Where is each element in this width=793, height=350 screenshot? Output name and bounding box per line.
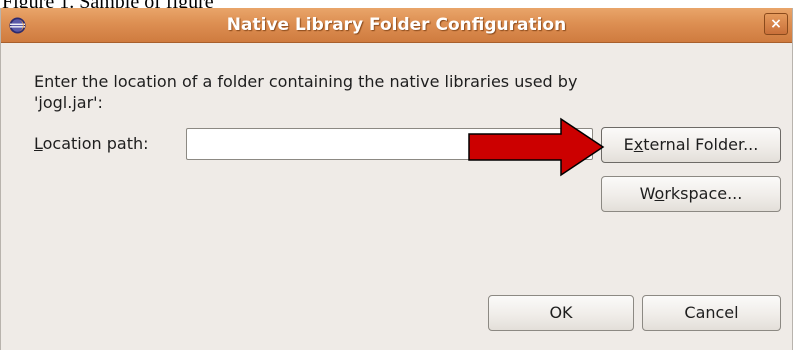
instruction-line-2: 'jogl.jar': xyxy=(34,93,103,112)
ok-button[interactable]: OK xyxy=(488,295,634,331)
instruction-text: Enter the location of a folder containin… xyxy=(34,71,754,113)
external-folder-label-post: ternal Folder... xyxy=(643,135,759,154)
close-icon: × xyxy=(770,16,782,32)
location-label-mnemonic: L xyxy=(34,134,43,153)
dialog-titlebar[interactable]: Native Library Folder Configuration × xyxy=(1,8,792,43)
location-label-text: ocation path: xyxy=(42,134,149,153)
dialog-title: Native Library Folder Configuration xyxy=(226,15,567,35)
close-button[interactable]: × xyxy=(764,13,788,35)
workspace-label-pre: W xyxy=(639,184,655,203)
external-folder-label-pre: E xyxy=(623,135,634,154)
workspace-button[interactable]: Workspace... xyxy=(601,176,781,212)
instruction-line-1: Enter the location of a folder containin… xyxy=(34,72,578,91)
native-library-dialog: Native Library Folder Configuration × En… xyxy=(0,8,793,350)
page: Figure 1. Sample of figure Native Librar… xyxy=(0,0,793,350)
workspace-mnemonic: o xyxy=(654,184,665,203)
external-folder-button[interactable]: External Folder... xyxy=(601,127,781,163)
external-folder-mnemonic: x xyxy=(633,135,644,154)
cancel-button[interactable]: Cancel xyxy=(642,295,781,331)
red-arrow-icon xyxy=(468,117,605,177)
workspace-label-post: rkspace... xyxy=(664,184,743,203)
location-path-label: Location path: xyxy=(34,134,149,153)
